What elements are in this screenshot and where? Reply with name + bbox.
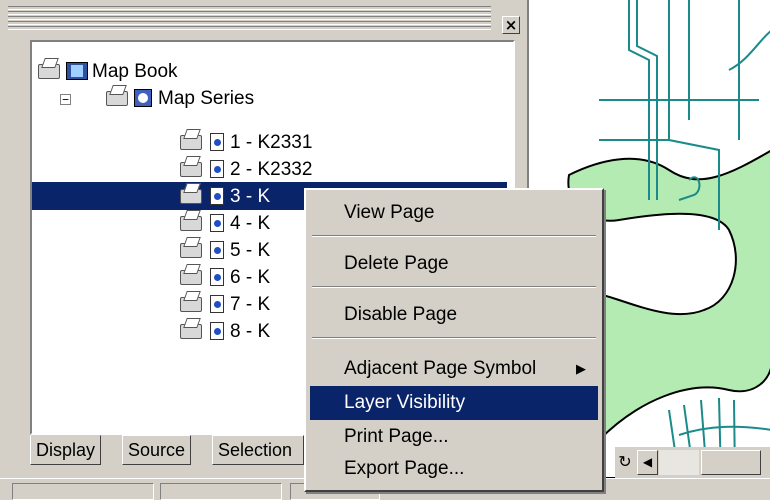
tree-item-page[interactable]: 4 - K xyxy=(36,210,336,237)
menu-item-label: Print Page... xyxy=(344,426,449,447)
tree-item-label: 7 - K xyxy=(230,291,270,318)
tree-item-page[interactable]: 1 - K2331 xyxy=(36,129,336,156)
menu-item-label: Delete Page xyxy=(344,253,449,274)
page-icon xyxy=(210,160,224,178)
map-scroll-controls: ↻ ◀ xyxy=(615,447,770,478)
tree-item-map-book[interactable]: Map Book xyxy=(36,58,236,85)
map-series-icon xyxy=(134,89,152,107)
tree-item-label: 5 - K xyxy=(230,237,270,264)
menu-item-adjacent-page-symbol[interactable]: Adjacent Page Symbol ▶ xyxy=(310,352,598,386)
tree-item-label: 6 - K xyxy=(230,264,270,291)
menu-item-label: Disable Page xyxy=(344,304,457,325)
page-icon xyxy=(210,187,224,205)
printer-icon[interactable] xyxy=(180,297,202,312)
menu-separator xyxy=(312,235,596,237)
panel-grip[interactable] xyxy=(8,6,491,10)
printer-icon[interactable] xyxy=(180,189,202,204)
panel-grip-line xyxy=(8,16,491,20)
printer-icon[interactable] xyxy=(180,216,202,231)
panel-grip-line xyxy=(8,11,491,15)
printer-icon[interactable] xyxy=(106,91,128,106)
menu-item-print-page[interactable]: Print Page... xyxy=(310,420,598,454)
tree-item-label: 8 - K xyxy=(230,318,270,345)
menu-item-label: Export Page... xyxy=(344,458,464,479)
tree-item-map-series[interactable]: − Map Series xyxy=(36,85,336,112)
menu-item-disable-page[interactable]: Disable Page xyxy=(310,298,598,332)
submenu-arrow-icon: ▶ xyxy=(576,352,586,386)
page-icon xyxy=(210,241,224,259)
scroll-left-button[interactable]: ◀ xyxy=(637,450,658,475)
page-icon xyxy=(210,295,224,313)
menu-separator xyxy=(312,337,596,339)
menu-item-label: Adjacent Page Symbol xyxy=(344,358,536,379)
menu-item-label: Layer Visibility xyxy=(344,392,465,413)
tree-item-label: 1 - K2331 xyxy=(230,129,312,156)
printer-icon[interactable] xyxy=(38,64,60,79)
refresh-icon[interactable]: ↻ xyxy=(615,450,635,475)
tree-item-label: Map Series xyxy=(158,85,254,112)
tree-item-page[interactable]: 5 - K xyxy=(36,237,336,264)
page-context-menu: View Page Delete Page Disable Page Adjac… xyxy=(304,188,604,492)
tree-item-label: Map Book xyxy=(92,58,178,85)
menu-item-label: View Page xyxy=(344,202,435,223)
tree-item-page[interactable]: 7 - K xyxy=(36,291,336,318)
page-icon xyxy=(210,133,224,151)
close-icon[interactable]: × xyxy=(502,16,520,34)
tree-item-page[interactable]: 6 - K xyxy=(36,264,336,291)
page-icon xyxy=(210,268,224,286)
map-book-icon xyxy=(66,62,88,80)
page-icon xyxy=(210,214,224,232)
page-icon xyxy=(210,322,224,340)
printer-icon[interactable] xyxy=(180,270,202,285)
tree-item-label: 2 - K2332 xyxy=(230,156,312,183)
menu-item-export-page[interactable]: Export Page... xyxy=(310,452,598,486)
tree-item-label: 4 - K xyxy=(230,210,270,237)
status-cell xyxy=(160,483,282,500)
scroll-thumb[interactable] xyxy=(701,450,761,475)
panel-grip-line xyxy=(8,26,491,30)
panel-grip-line xyxy=(8,21,491,25)
tree-item-page[interactable]: 8 - K xyxy=(36,318,336,345)
printer-icon[interactable] xyxy=(180,324,202,339)
menu-separator xyxy=(312,286,596,288)
menu-item-layer-visibility[interactable]: Layer Visibility xyxy=(310,386,598,420)
menu-item-delete-page[interactable]: Delete Page xyxy=(310,247,598,281)
scroll-track[interactable] xyxy=(659,450,699,475)
tree-item-page[interactable]: 2 - K2332 xyxy=(36,156,336,183)
status-cell xyxy=(12,483,154,500)
printer-icon[interactable] xyxy=(180,162,202,177)
tab-selection[interactable]: Selection xyxy=(212,435,304,465)
tree-item-page-selected[interactable]: 3 - K xyxy=(36,183,336,210)
tab-display[interactable]: Display xyxy=(30,435,101,465)
printer-icon[interactable] xyxy=(180,135,202,150)
tab-source[interactable]: Source xyxy=(122,435,191,465)
collapse-icon[interactable]: − xyxy=(60,94,71,105)
printer-icon[interactable] xyxy=(180,243,202,258)
menu-item-view-page[interactable]: View Page xyxy=(310,196,598,230)
tree-item-label: 3 - K xyxy=(230,183,270,210)
